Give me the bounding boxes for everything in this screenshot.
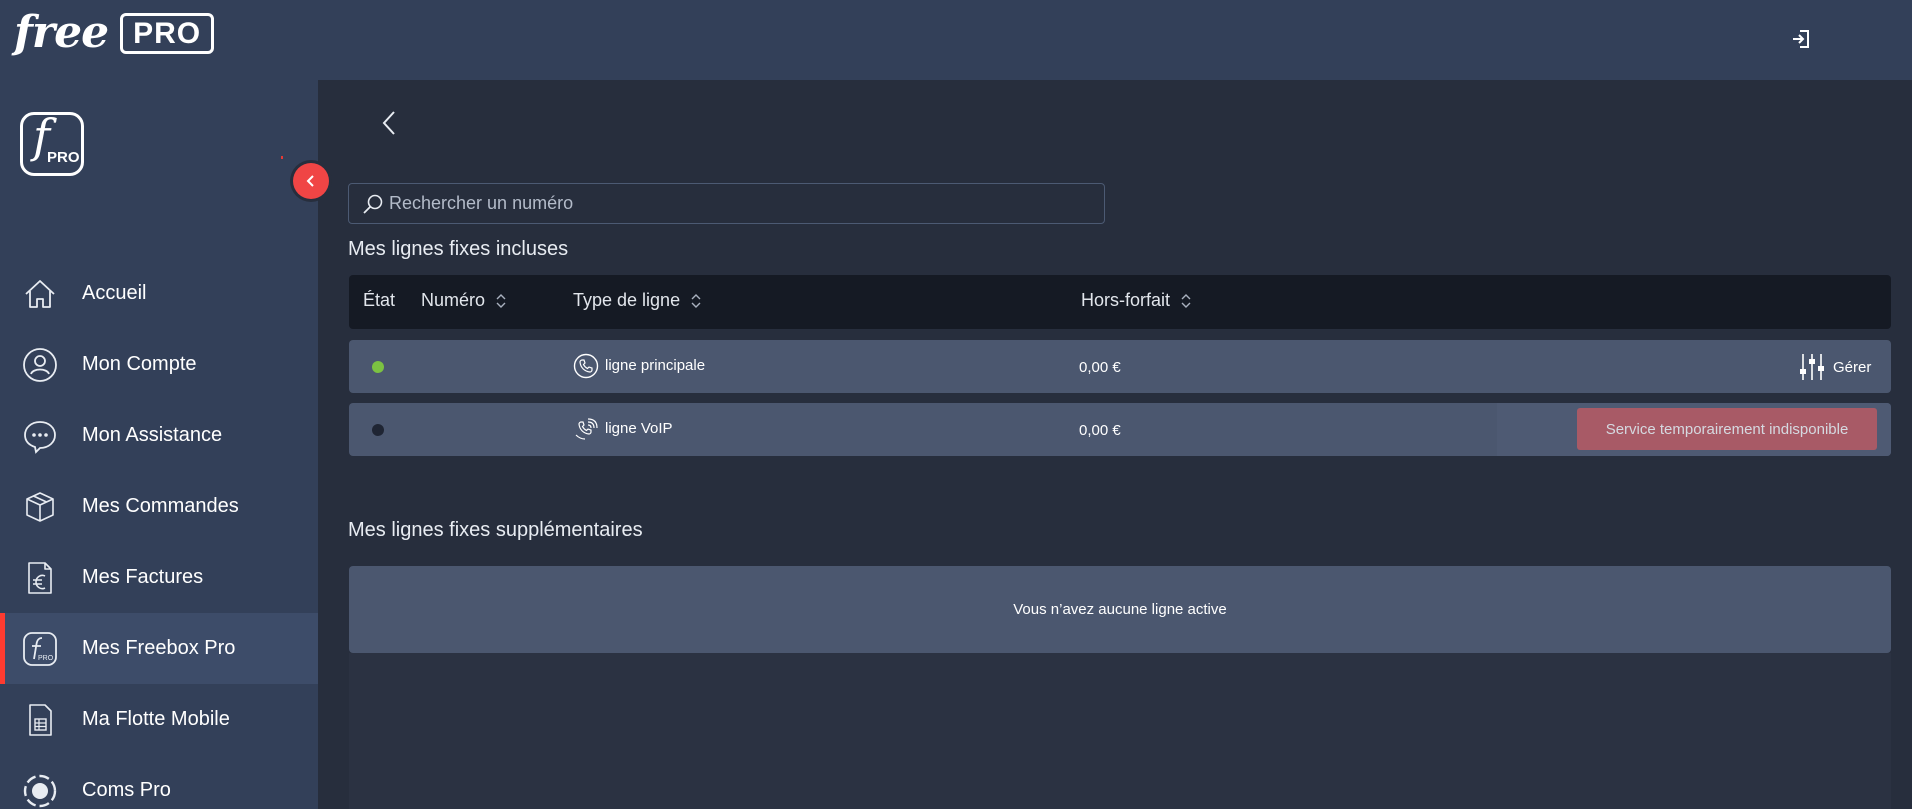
search-icon xyxy=(363,194,383,214)
freebox-pro-icon: PRO xyxy=(23,632,57,666)
sidebar-item-mes-commandes[interactable]: Mes Commandes xyxy=(0,471,318,542)
sidebar-item-label: Accueil xyxy=(82,282,147,304)
voip-phone-icon xyxy=(575,418,598,440)
sidebar-item-label: Mon Assistance xyxy=(82,424,223,446)
home-icon xyxy=(25,280,55,308)
svg-text:PRO: PRO xyxy=(38,655,54,662)
top-bar: free PRO xyxy=(0,0,1912,80)
chat-icon xyxy=(24,421,56,454)
coms-pro-icon xyxy=(23,774,57,808)
status-dot-inactive xyxy=(372,424,384,436)
sidebar-nav: Accueil Mon Compte Mon Assistance Mes Co… xyxy=(0,258,318,809)
sidebar-item-label: Mes Freebox Pro xyxy=(82,637,236,659)
row-hors-forfait: 0,00 € xyxy=(1079,422,1121,439)
notification-dot xyxy=(281,156,283,159)
sidebar-item-label: Mes Factures xyxy=(82,566,204,588)
logo-badge: PRO xyxy=(120,12,215,54)
manage-line-button[interactable]: Gérer xyxy=(1799,352,1871,382)
content-panel xyxy=(349,653,1891,809)
column-etat: État xyxy=(363,290,396,310)
row-line-type: ligne principale xyxy=(605,357,706,374)
service-unavailable-button[interactable]: Service temporairement indisponible xyxy=(1577,408,1877,450)
logo-word: free xyxy=(14,7,109,58)
extra-lines-title: Mes lignes fixes supplémentaires xyxy=(348,519,643,541)
sidebar-item-label: Coms Pro xyxy=(82,779,171,801)
search-input[interactable] xyxy=(389,184,1089,223)
sidebar-item-mon-assistance[interactable]: Mon Assistance xyxy=(0,400,318,471)
sidebar-item-mes-freebox-pro[interactable]: PRO Mes Freebox Pro xyxy=(0,613,318,684)
freebox-pro-logo[interactable]: f PRO xyxy=(20,112,84,176)
column-type-de-ligne[interactable]: Type de ligne xyxy=(573,290,702,311)
sidebar-item-mes-factures[interactable]: Mes Factures xyxy=(0,542,318,613)
free-pro-logo[interactable]: free PRO xyxy=(14,7,215,58)
logout-icon xyxy=(1793,30,1809,48)
back-button[interactable] xyxy=(378,108,400,138)
sidebar-item-ma-flotte-mobile[interactable]: Ma Flotte Mobile xyxy=(0,684,318,755)
lines-table-header: État Numéro Type de ligne Hors-forfait xyxy=(349,275,1891,329)
sliders-icon xyxy=(1800,354,1824,380)
user-icon xyxy=(23,348,57,382)
phone-icon xyxy=(573,353,599,379)
manage-label: Gérer xyxy=(1833,358,1872,376)
included-lines-title: Mes lignes fixes incluses xyxy=(348,238,569,260)
sidebar-item-accueil[interactable]: Accueil xyxy=(0,258,318,329)
empty-lines-box: Vous n’avez aucune ligne active xyxy=(349,566,1891,653)
box-icon xyxy=(26,492,54,522)
status-dot-active xyxy=(372,361,384,373)
sort-icon xyxy=(691,293,701,308)
row-line-type: ligne VoIP xyxy=(605,420,673,437)
sort-icon xyxy=(496,293,506,308)
sidebar-item-label: Mon Compte xyxy=(82,353,197,375)
invoice-euro-icon xyxy=(28,562,52,594)
chevron-left-icon xyxy=(306,175,314,187)
search-bar xyxy=(348,183,1105,224)
table-row: ligne principale 0,00 € Gérer xyxy=(349,340,1891,393)
logo-text: PRO xyxy=(47,149,80,166)
sidebar-item-mon-compte[interactable]: Mon Compte xyxy=(0,329,318,400)
sidebar-item-label: Mes Commandes xyxy=(82,495,239,517)
column-hors-forfait[interactable]: Hors-forfait xyxy=(1081,290,1192,311)
column-numero[interactable]: Numéro xyxy=(421,290,507,311)
table-row: ligne VoIP 0,00 € Service temporairement… xyxy=(349,403,1891,456)
row-hors-forfait: 0,00 € xyxy=(1079,359,1121,376)
sim-card-icon xyxy=(29,704,52,736)
logout-button[interactable] xyxy=(1788,26,1814,52)
sort-icon xyxy=(1181,293,1191,308)
sidebar-item-label: Ma Flotte Mobile xyxy=(82,708,230,730)
sidebar: f PRO Accueil Mon Compte Mon Assistance … xyxy=(0,80,332,809)
chevron-left-icon xyxy=(382,111,395,135)
collapse-sidebar-button[interactable] xyxy=(290,160,332,202)
sidebar-item-coms-pro[interactable]: Coms Pro xyxy=(0,755,318,809)
empty-state-text: Vous n’avez aucune ligne active xyxy=(1013,601,1227,618)
